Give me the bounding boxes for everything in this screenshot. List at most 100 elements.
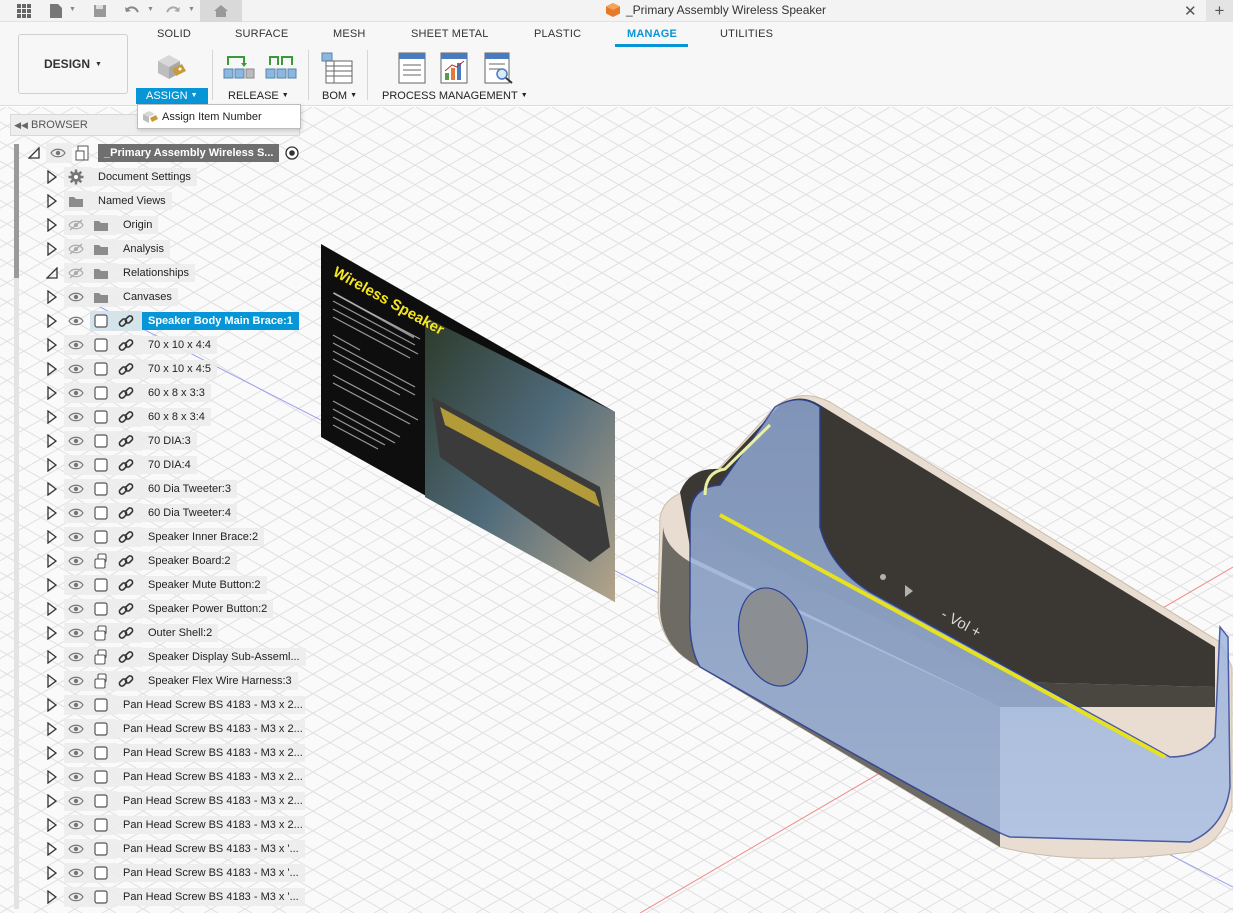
expand-toggle-icon[interactable] <box>46 170 58 184</box>
save-icon[interactable] <box>90 0 110 22</box>
visibility-eye-icon[interactable] <box>66 743 86 763</box>
tree-row-component[interactable]: 70 x 10 x 4:5 <box>0 359 310 379</box>
bom-menu-button[interactable]: BOM ▼ <box>322 88 357 104</box>
visibility-eye-icon[interactable] <box>66 479 86 499</box>
tree-row-screw-component[interactable]: Pan Head Screw BS 4183 - M3 x 2... <box>0 719 310 739</box>
visibility-eye-icon[interactable] <box>66 455 86 475</box>
visibility-eye-icon[interactable] <box>66 623 86 643</box>
expand-toggle-icon[interactable] <box>46 458 58 472</box>
undo-icon[interactable] <box>122 0 142 22</box>
tree-row-named-views[interactable]: Named Views <box>0 191 310 211</box>
visibility-eye-icon[interactable] <box>66 887 86 907</box>
visibility-eye-icon[interactable] <box>66 719 86 739</box>
tree-row-component[interactable]: Speaker Mute Button:2 <box>0 575 310 595</box>
expand-toggle-icon[interactable] <box>46 530 58 544</box>
process-inspect-icon[interactable] <box>481 51 515 85</box>
expand-toggle-icon[interactable] <box>46 266 58 280</box>
visibility-eye-icon[interactable] <box>66 503 86 523</box>
visibility-eye-icon[interactable] <box>66 599 86 619</box>
expand-toggle-icon[interactable] <box>46 674 58 688</box>
tree-row-screw-component[interactable]: Pan Head Screw BS 4183 - M3 x '... <box>0 887 310 907</box>
expand-toggle-icon[interactable] <box>46 482 58 496</box>
expand-toggle-icon[interactable] <box>46 602 58 616</box>
workspace-switcher[interactable]: DESIGN ▼ <box>18 34 128 94</box>
visibility-eye-icon[interactable] <box>66 815 86 835</box>
expand-toggle-icon[interactable] <box>46 386 58 400</box>
visibility-eye-icon[interactable] <box>66 791 86 811</box>
tree-row-component[interactable]: 70 x 10 x 4:4 <box>0 335 310 355</box>
expand-toggle-icon[interactable] <box>46 290 58 304</box>
undo-caret-icon[interactable]: ▼ <box>147 6 154 13</box>
menu-item-assign-item-number[interactable]: Assign Item Number <box>162 111 262 123</box>
expand-toggle-icon[interactable] <box>46 242 58 256</box>
visibility-eye-icon[interactable] <box>66 551 86 571</box>
tree-row-component[interactable]: Speaker Body Main Brace:1 <box>0 311 310 331</box>
bom-icon[interactable] <box>320 51 354 85</box>
expand-toggle-icon[interactable] <box>46 650 58 664</box>
visibility-eye-icon[interactable] <box>66 839 86 859</box>
tree-row-component[interactable]: Speaker Power Button:2 <box>0 599 310 619</box>
tree-row-screw-component[interactable]: Pan Head Screw BS 4183 - M3 x '... <box>0 839 310 859</box>
visibility-eye-icon[interactable] <box>66 863 86 883</box>
tree-row-component[interactable]: Outer Shell:2 <box>0 623 310 643</box>
expand-toggle-icon[interactable] <box>46 890 58 904</box>
expand-toggle-icon[interactable] <box>46 794 58 808</box>
expand-toggle-icon[interactable] <box>46 410 58 424</box>
process-management-menu-button[interactable]: PROCESS MANAGEMENT ▼ <box>382 88 528 104</box>
tree-row-screw-component[interactable]: Pan Head Screw BS 4183 - M3 x 2... <box>0 743 310 763</box>
expand-toggle-icon[interactable] <box>46 434 58 448</box>
release-multiple-icon[interactable] <box>264 51 298 85</box>
release-icon[interactable] <box>222 51 256 85</box>
activate-radio-icon[interactable] <box>284 145 300 161</box>
tree-row-component[interactable]: 60 Dia Tweeter:4 <box>0 503 310 523</box>
expand-toggle-icon[interactable] <box>46 722 58 736</box>
tree-row-folder[interactable]: Canvases <box>0 287 310 307</box>
tab-manage[interactable]: MANAGE <box>627 28 677 40</box>
visibility-eye-icon[interactable] <box>66 671 86 691</box>
expand-toggle-icon[interactable] <box>46 314 58 328</box>
tree-row-folder[interactable]: Relationships <box>0 263 310 283</box>
tree-row-screw-component[interactable]: Pan Head Screw BS 4183 - M3 x 2... <box>0 767 310 787</box>
tree-row-component[interactable]: Speaker Display Sub-Asseml... <box>0 647 310 667</box>
release-menu-button[interactable]: RELEASE ▼ <box>228 88 289 104</box>
expand-toggle-icon[interactable] <box>46 554 58 568</box>
expand-toggle-icon[interactable] <box>46 578 58 592</box>
visibility-eye-icon[interactable] <box>66 335 86 355</box>
visibility-hidden-icon[interactable] <box>66 239 86 259</box>
visibility-hidden-icon[interactable] <box>66 215 86 235</box>
tab-surface[interactable]: SURFACE <box>235 28 288 40</box>
close-tab-icon[interactable]: ✕ <box>1184 2 1197 20</box>
assign-item-icon[interactable] <box>152 51 186 85</box>
tree-row-screw-component[interactable]: Pan Head Screw BS 4183 - M3 x 2... <box>0 791 310 811</box>
tree-row-screw-component[interactable]: Pan Head Screw BS 4183 - M3 x 2... <box>0 695 310 715</box>
expand-toggle-icon[interactable] <box>46 770 58 784</box>
tree-row-component[interactable]: Speaker Board:2 <box>0 551 310 571</box>
home-icon[interactable] <box>200 0 242 22</box>
visibility-eye-icon[interactable] <box>66 287 86 307</box>
expand-toggle-icon[interactable] <box>46 866 58 880</box>
tree-row-component[interactable]: 60 x 8 x 3:3 <box>0 383 310 403</box>
tree-row-component[interactable]: 70 DIA:3 <box>0 431 310 451</box>
app-grid-icon[interactable] <box>14 0 34 22</box>
file-icon[interactable] <box>46 0 66 22</box>
process-chart-icon[interactable] <box>437 51 471 85</box>
process-document-icon[interactable] <box>395 51 429 85</box>
visibility-eye-icon[interactable] <box>66 311 86 331</box>
visibility-eye-icon[interactable] <box>48 143 68 163</box>
expand-toggle-icon[interactable] <box>46 506 58 520</box>
file-caret-icon[interactable]: ▼ <box>69 6 76 13</box>
tree-row-root-assembly[interactable]: _Primary Assembly Wireless S... <box>0 143 310 163</box>
expand-toggle-icon[interactable] <box>46 746 58 760</box>
visibility-eye-icon[interactable] <box>66 767 86 787</box>
visibility-hidden-icon[interactable] <box>66 263 86 283</box>
tree-row-component[interactable]: 70 DIA:4 <box>0 455 310 475</box>
redo-caret-icon[interactable]: ▼ <box>188 6 195 13</box>
tab-sheet-metal[interactable]: SHEET METAL <box>411 28 489 40</box>
expand-toggle-icon[interactable] <box>46 626 58 640</box>
tree-row-component[interactable]: Speaker Flex Wire Harness:3 <box>0 671 310 691</box>
tree-row-folder[interactable]: Analysis <box>0 239 310 259</box>
redo-icon[interactable] <box>163 0 183 22</box>
visibility-eye-icon[interactable] <box>66 359 86 379</box>
expand-toggle-icon[interactable] <box>46 818 58 832</box>
collapse-browser-icon[interactable]: ◀◀ <box>11 120 31 131</box>
